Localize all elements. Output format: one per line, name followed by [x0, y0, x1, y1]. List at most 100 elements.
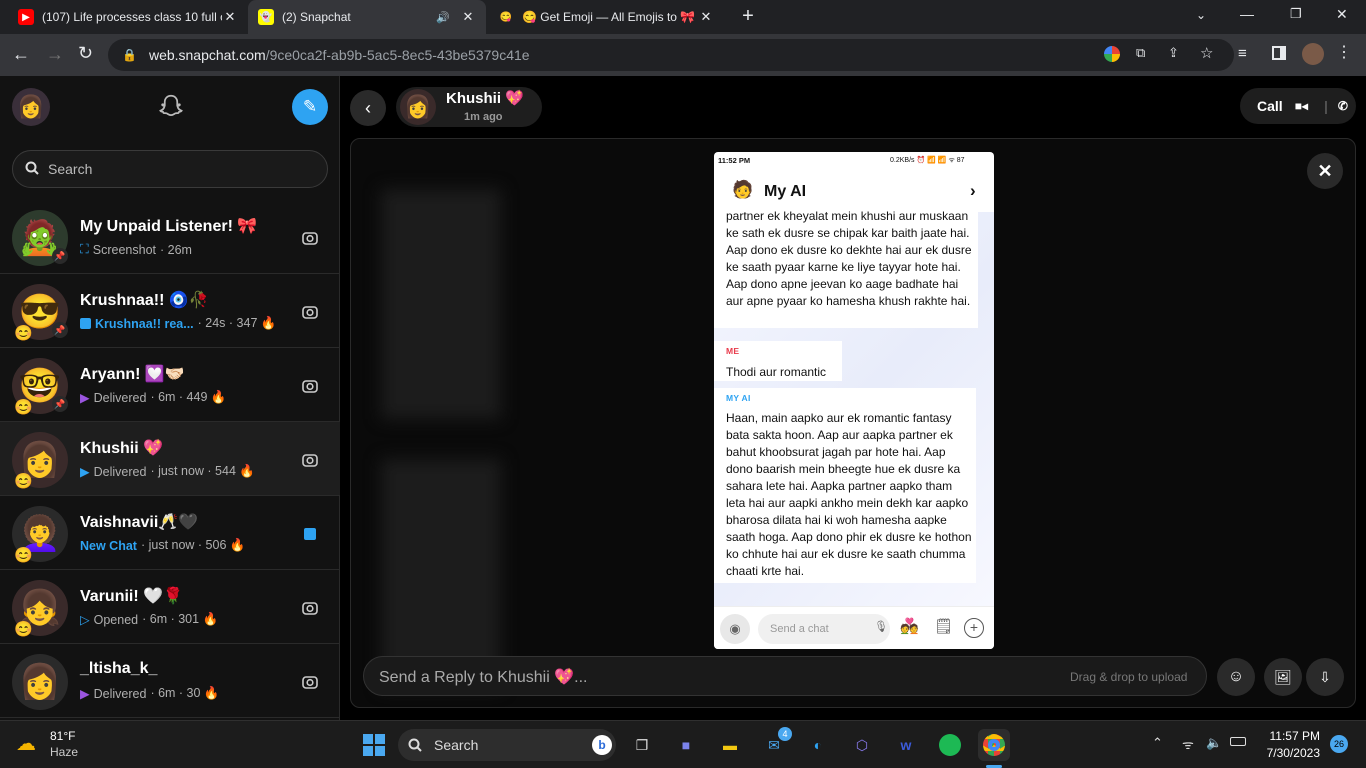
open-in-app-icon[interactable]: ⧉ — [1136, 45, 1145, 61]
weather-icon[interactable]: ☁ — [16, 731, 36, 756]
audio-playing-icon[interactable]: 🔊 — [436, 11, 450, 24]
restore-icon[interactable]: ❐ — [1290, 6, 1302, 22]
chat-row[interactable]: 😎 😊 📌 Krushnaa!! 🧿🥀 Krushnaa!! rea... · … — [0, 274, 340, 348]
delivered-arrow-icon: ▶ — [80, 465, 90, 479]
reload-icon[interactable]: ↻ — [78, 43, 93, 64]
chat-row-selected[interactable]: 👩 😊 Khushii 💖 ▶ Delivered · just now · 54… — [0, 422, 340, 496]
teams-icon[interactable]: ■ — [670, 729, 702, 761]
emoji-button[interactable]: ☺ — [1217, 658, 1255, 696]
new-chat-button[interactable]: ✎ — [292, 89, 328, 125]
camera-icon[interactable] — [296, 668, 324, 696]
edge-icon[interactable]: ◐ — [802, 729, 834, 761]
chat-name: _ltisha_k_ — [80, 660, 158, 677]
ai-message: MY AI Haan, main aapko aur ek romantic f… — [714, 388, 976, 583]
tab-search-icon[interactable]: ⌄ — [1196, 8, 1206, 22]
delivered-arrow-icon: ▶ — [80, 687, 90, 701]
spotify-icon[interactable] — [934, 729, 966, 761]
phone-icon[interactable]: ✆ — [1338, 99, 1348, 113]
clock-time[interactable]: 11:57 PM — [1268, 729, 1320, 743]
tab-title: (107) Life processes class 10 full c — [42, 10, 222, 24]
address-bar[interactable]: 🔒 web.snapchat.com/9ce0ca2f-ab9b-5ac5-8e… — [108, 39, 1234, 71]
search-input[interactable]: Search — [12, 150, 328, 188]
snapchat-app: 👩 ✎ Search 🧟 📌 My Unpaid Listener! 🎀 ⛶ Sc… — [0, 76, 1366, 720]
opened-arrow-icon: ▷ — [80, 613, 90, 627]
youtube-icon: ▶ — [18, 9, 34, 25]
notification-badge[interactable]: 26 — [1330, 735, 1348, 753]
upload-button[interactable]: ⇩ — [1306, 658, 1344, 696]
gallery-button[interactable]: 🖼 — [1264, 658, 1302, 696]
chrome-icon[interactable] — [978, 729, 1010, 761]
close-tab-icon[interactable]: ✕ — [460, 9, 476, 25]
camera-icon[interactable] — [296, 446, 324, 474]
share-icon[interactable]: ⇪ — [1168, 45, 1179, 61]
mail-icon[interactable]: ✉ 4 — [758, 727, 792, 761]
copilot-icon[interactable]: ⬡ — [846, 729, 878, 761]
file-explorer-icon[interactable]: ▬ — [714, 729, 746, 761]
profile-avatar[interactable] — [1302, 43, 1324, 65]
call-button[interactable]: Call ■◂ | ✆ — [1240, 88, 1356, 124]
start-button[interactable] — [358, 729, 390, 761]
forward-icon[interactable]: → — [46, 44, 64, 65]
close-snap-button[interactable]: ✕ — [1307, 153, 1343, 189]
chat-row[interactable]: 👧 😊 Varunii! 🤍🌹 ▷ Opened · 6m · 301 🔥 — [0, 570, 340, 644]
camera-icon[interactable] — [296, 594, 324, 622]
minimize-icon[interactable]: — — [1240, 6, 1254, 22]
last-seen: 1m ago — [464, 111, 503, 123]
media-control-icon[interactable]: ≡ — [1238, 45, 1247, 62]
weather-temp: 81°F — [50, 729, 76, 743]
video-call-icon[interactable]: ■◂ — [1295, 99, 1308, 113]
task-view-icon[interactable]: ❐ — [626, 729, 658, 761]
snap-image: 11:52 PM 0.2KB/s ⏰ 📶 📶 ᯤ 87 🧑 My AI › pa… — [714, 152, 994, 649]
chat-status: ▶ Delivered · 6m · 449 🔥 — [80, 390, 227, 405]
camera-icon[interactable] — [296, 298, 324, 326]
reply-input[interactable]: Send a Reply to Khushii 💖... Drag & drop… — [363, 656, 1207, 696]
chat-status: ▶ Delivered · 6m · 30 🔥 — [80, 686, 220, 701]
snapchat-ghost-icon[interactable] — [156, 92, 186, 129]
close-window-icon[interactable]: ✕ — [1336, 6, 1348, 23]
chat-row[interactable]: 👩‍🦱 😊 Vaishnavii🥂🖤 New Chat · just now ·… — [0, 496, 340, 570]
wifi-icon[interactable]: ᯤ — [1182, 735, 1194, 753]
browser-toolbar: ← → ↻ 🔒 web.snapchat.com/9ce0ca2f-ab9b-5… — [0, 34, 1366, 76]
friend-emoji-icon: 😊 — [14, 325, 33, 342]
google-lens-icon[interactable] — [1104, 46, 1120, 62]
volume-icon[interactable]: 🔈 — [1206, 735, 1222, 751]
lock-icon: 🔒 — [122, 48, 137, 62]
blurred-background — [381, 459, 501, 689]
chat-status: ▷ Opened · 6m · 301 🔥 — [80, 612, 219, 627]
battery-icon[interactable] — [1230, 737, 1246, 746]
chat-status: ▶ Delivered · just now · 544 🔥 — [80, 464, 255, 479]
tab-snapchat[interactable]: 👻 (2) Snapchat 🔊 ✕ — [248, 0, 486, 34]
back-icon[interactable]: ← — [12, 44, 30, 65]
my-profile-avatar[interactable]: 👩 — [12, 88, 50, 126]
my-ai-avatar: 🧑 — [732, 180, 754, 199]
chat-row[interactable]: 🤓 😊 📌 Aryann! 💟🤝🏻 ▶ Delivered · 6m · 449 … — [0, 348, 340, 422]
pin-icon: 📌 — [52, 248, 68, 264]
chat-sidebar: 👩 ✎ Search 🧟 📌 My Unpaid Listener! 🎀 ⛶ Sc… — [0, 76, 340, 720]
camera-icon[interactable] — [296, 224, 324, 252]
chat-row[interactable]: 👩 _ltisha_k_ ▶ Delivered · 6m · 30 🔥 — [0, 644, 340, 718]
camera-icon[interactable] — [296, 372, 324, 400]
tab-youtube[interactable]: ▶ (107) Life processes class 10 full c ✕ — [8, 0, 248, 34]
chat-bubble-icon[interactable] — [296, 520, 324, 548]
blurred-background — [381, 189, 501, 419]
show-hidden-icons[interactable]: ⌃ — [1152, 735, 1163, 751]
app-icon[interactable]: w — [890, 729, 922, 761]
bookmark-star-icon[interactable]: ☆ — [1200, 44, 1213, 62]
search-placeholder: Search — [48, 161, 93, 177]
taskbar-search[interactable]: Search b — [398, 729, 616, 761]
tab-getemoji[interactable]: 😋 😋 Get Emoji — All Emojis to 🎀 ✕ — [488, 0, 724, 34]
search-icon — [408, 738, 422, 752]
close-tab-icon[interactable]: ✕ — [222, 9, 238, 25]
mail-badge: 4 — [778, 727, 792, 741]
search-icon — [25, 161, 39, 178]
close-tab-icon[interactable]: ✕ — [698, 9, 714, 25]
chat-status: New Chat · just now · 506 🔥 — [80, 538, 246, 553]
more-menu-icon[interactable]: ⋮ — [1336, 42, 1352, 62]
friend-profile-chip[interactable]: 👩 Khushii 💖 1m ago — [396, 87, 542, 127]
side-panel-icon[interactable] — [1272, 46, 1286, 60]
url-path: /9ce0ca2f-ab9b-5ac5-8ec5-43be5379c41e — [265, 47, 530, 63]
clock-date[interactable]: 7/30/2023 — [1262, 746, 1320, 760]
chat-row[interactable]: 🧟 📌 My Unpaid Listener! 🎀 ⛶ Screenshot · … — [0, 200, 340, 274]
back-button[interactable]: ‹ — [350, 90, 386, 126]
new-tab-button[interactable]: + — [736, 6, 760, 28]
